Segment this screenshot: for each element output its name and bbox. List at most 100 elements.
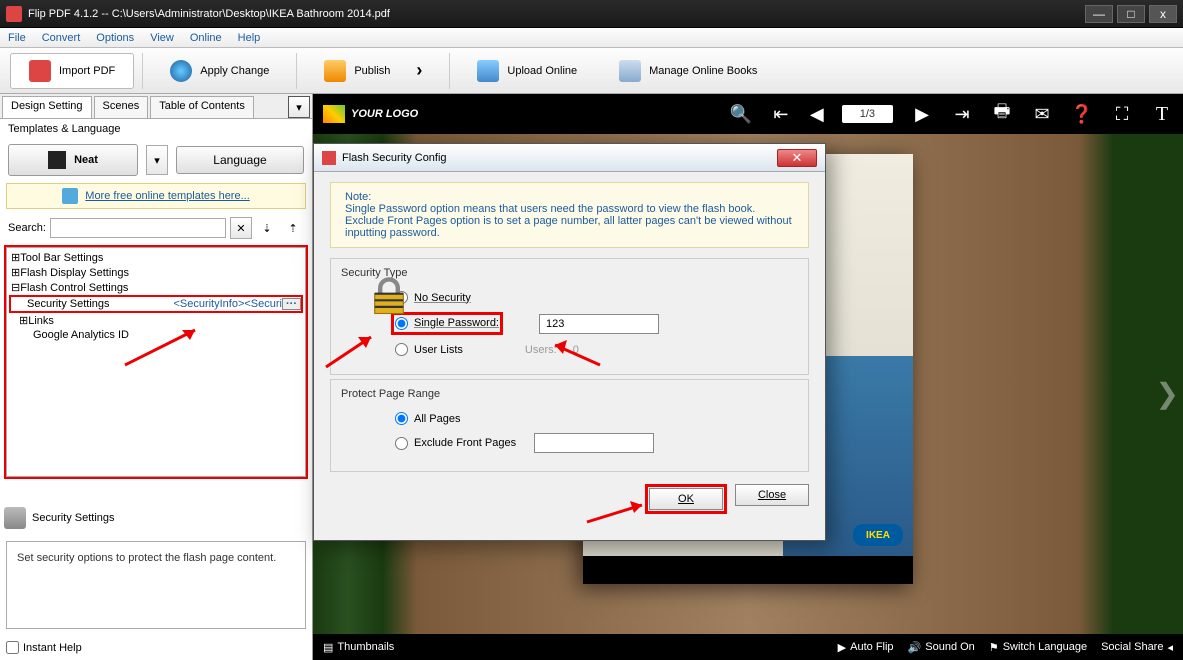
- manage-books-label: Manage Online Books: [649, 65, 757, 77]
- maximize-button[interactable]: □: [1117, 5, 1145, 23]
- print-icon[interactable]: 🖶: [991, 103, 1013, 125]
- menu-options[interactable]: Options: [96, 32, 134, 44]
- instant-help-checkbox[interactable]: [6, 641, 19, 654]
- upload-online-label: Upload Online: [507, 65, 577, 77]
- exclude-front-label: Exclude Front Pages: [414, 437, 516, 449]
- all-pages-radio[interactable]: [395, 412, 408, 425]
- text-icon[interactable]: T: [1151, 103, 1173, 125]
- search-input[interactable]: [50, 218, 226, 238]
- ok-button[interactable]: OK: [649, 488, 723, 510]
- users-count: 0: [573, 344, 579, 356]
- left-tabs: Design Setting Scenes Table of Contents …: [0, 94, 312, 119]
- fullscreen-icon[interactable]: ⛶: [1111, 103, 1133, 125]
- tree-toolbar-settings[interactable]: ⊞Tool Bar Settings: [9, 250, 303, 265]
- sort-up-icon[interactable]: ⇡: [282, 217, 304, 239]
- sort-down-icon[interactable]: ⇣: [256, 217, 278, 239]
- note-body: Single Password option means that users …: [345, 203, 792, 239]
- menu-online[interactable]: Online: [190, 32, 222, 44]
- radio-exclude-front[interactable]: Exclude Front Pages: [395, 429, 792, 457]
- security-value-cell[interactable]: <SecurityInfo><Securi···: [173, 298, 301, 310]
- menu-convert[interactable]: Convert: [42, 32, 81, 44]
- close-button[interactable]: Close: [735, 484, 809, 506]
- last-page-icon[interactable]: ⇥: [951, 103, 973, 125]
- upload-online-button[interactable]: Upload Online: [458, 53, 596, 89]
- instant-help-row[interactable]: Instant Help: [6, 641, 306, 654]
- minimize-button[interactable]: —: [1085, 5, 1113, 23]
- next-arrow-icon[interactable]: ❯: [1156, 377, 1179, 410]
- tab-design-setting[interactable]: Design Setting: [2, 96, 92, 118]
- search-label: Search:: [8, 222, 46, 234]
- lock-icon: [367, 275, 411, 319]
- separator: [142, 53, 143, 89]
- exclude-pages-input[interactable]: [534, 433, 654, 453]
- ikea-logo: IKEA: [853, 524, 903, 546]
- window-title: Flip PDF 4.1.2 -- C:\Users\Administrator…: [28, 8, 1085, 20]
- template-neat-label: Neat: [74, 154, 98, 166]
- publish-label: Publish: [354, 65, 390, 77]
- exclude-front-radio[interactable]: [395, 437, 408, 450]
- template-dropdown-icon[interactable]: ▾: [146, 145, 168, 175]
- titlebar: Flip PDF 4.1.2 -- C:\Users\Administrator…: [0, 0, 1183, 28]
- viewer-footer: ▤ Thumbnails ▶ Auto Flip 🔊 Sound On ⚑ Sw…: [313, 634, 1183, 660]
- security-type-fieldset: Security Type No Security Single Passwor…: [330, 258, 809, 375]
- password-input[interactable]: [539, 314, 659, 334]
- language-button[interactable]: Language: [176, 146, 304, 174]
- dialog-close-x[interactable]: ✕: [777, 149, 817, 167]
- dialog-app-icon: [322, 151, 336, 165]
- dialog-title: Flash Security Config: [342, 152, 777, 164]
- protect-range-fieldset: Protect Page Range All Pages Exclude Fro…: [330, 379, 809, 472]
- import-pdf-label: Import PDF: [59, 65, 115, 77]
- first-page-icon[interactable]: ⇤: [770, 103, 792, 125]
- template-neat-button[interactable]: Neat: [8, 144, 138, 176]
- logo-icon: [323, 105, 345, 123]
- prev-page-icon[interactable]: ◀: [810, 104, 824, 125]
- left-panel: Design Setting Scenes Table of Contents …: [0, 94, 313, 660]
- page-indicator[interactable]: 1/3: [842, 105, 893, 123]
- menu-file[interactable]: File: [8, 32, 26, 44]
- more-templates-link[interactable]: More free online templates here...: [85, 190, 249, 202]
- viewer-toolbar: YOUR LOGO 🔍 ⇤ ◀ 1/3 ▶ ⇥ 🖶 ✉ ❓ ⛶ T: [313, 94, 1183, 134]
- switch-language-button[interactable]: ⚑ Switch Language: [989, 641, 1087, 654]
- sound-button[interactable]: 🔊 Sound On: [908, 641, 975, 654]
- publish-button[interactable]: Publish ›: [305, 53, 441, 89]
- desc-text: Set security options to protect the flas…: [13, 548, 299, 568]
- tab-scenes[interactable]: Scenes: [94, 96, 149, 118]
- tree-flash-display-settings[interactable]: ⊞Flash Display Settings: [9, 265, 303, 280]
- refresh-icon: [170, 60, 192, 82]
- tree-links[interactable]: ⊞Links: [9, 313, 303, 328]
- user-lists-radio[interactable]: [395, 343, 408, 356]
- templates-language-label: Templates & Language: [0, 119, 312, 139]
- social-share-button[interactable]: Social Share ◂: [1101, 641, 1173, 654]
- tree-google-analytics[interactable]: Google Analytics ID: [9, 328, 303, 342]
- radio-all-pages[interactable]: All Pages: [395, 408, 792, 429]
- dialog-note: Note: Single Password option means that …: [330, 182, 809, 248]
- radio-no-security[interactable]: No Security: [395, 287, 792, 308]
- dialog-titlebar: Flash Security Config ✕: [314, 144, 825, 172]
- tab-toc[interactable]: Table of Contents: [150, 96, 254, 118]
- help-icon[interactable]: ❓: [1071, 103, 1093, 125]
- users-label: Users:: [525, 344, 557, 356]
- clear-search-button[interactable]: ✕: [230, 217, 252, 239]
- manage-books-button[interactable]: Manage Online Books: [600, 53, 776, 89]
- description-box: Set security options to protect the flas…: [6, 541, 306, 629]
- radio-user-lists[interactable]: User Lists Users: 0: [395, 339, 792, 360]
- settings-tree[interactable]: ⊞Tool Bar Settings ⊞Flash Display Settin…: [6, 247, 306, 477]
- single-password-label: Single Password:: [414, 317, 499, 330]
- apply-change-button[interactable]: Apply Change: [151, 53, 288, 89]
- menu-help[interactable]: Help: [238, 32, 261, 44]
- menu-view[interactable]: View: [150, 32, 174, 44]
- desc-header: Security Settings: [0, 505, 312, 531]
- autoflip-button[interactable]: ▶ Auto Flip: [838, 641, 894, 654]
- thumbnails-button[interactable]: ▤ Thumbnails: [323, 641, 394, 654]
- next-page-icon[interactable]: ▶: [911, 103, 933, 125]
- close-button[interactable]: x: [1149, 5, 1177, 23]
- protect-range-legend: Protect Page Range: [337, 388, 444, 400]
- zoom-icon[interactable]: 🔍: [730, 103, 752, 125]
- import-pdf-button[interactable]: Import PDF: [10, 53, 134, 89]
- app-icon: [6, 6, 22, 22]
- tree-security-settings[interactable]: Security Settings <SecurityInfo><Securi·…: [9, 295, 303, 313]
- tree-flash-control-settings[interactable]: ⊟Flash Control Settings: [9, 280, 303, 295]
- email-icon[interactable]: ✉: [1031, 103, 1053, 125]
- all-pages-label: All Pages: [414, 413, 460, 425]
- tab-dropdown-icon[interactable]: ▾: [288, 96, 310, 118]
